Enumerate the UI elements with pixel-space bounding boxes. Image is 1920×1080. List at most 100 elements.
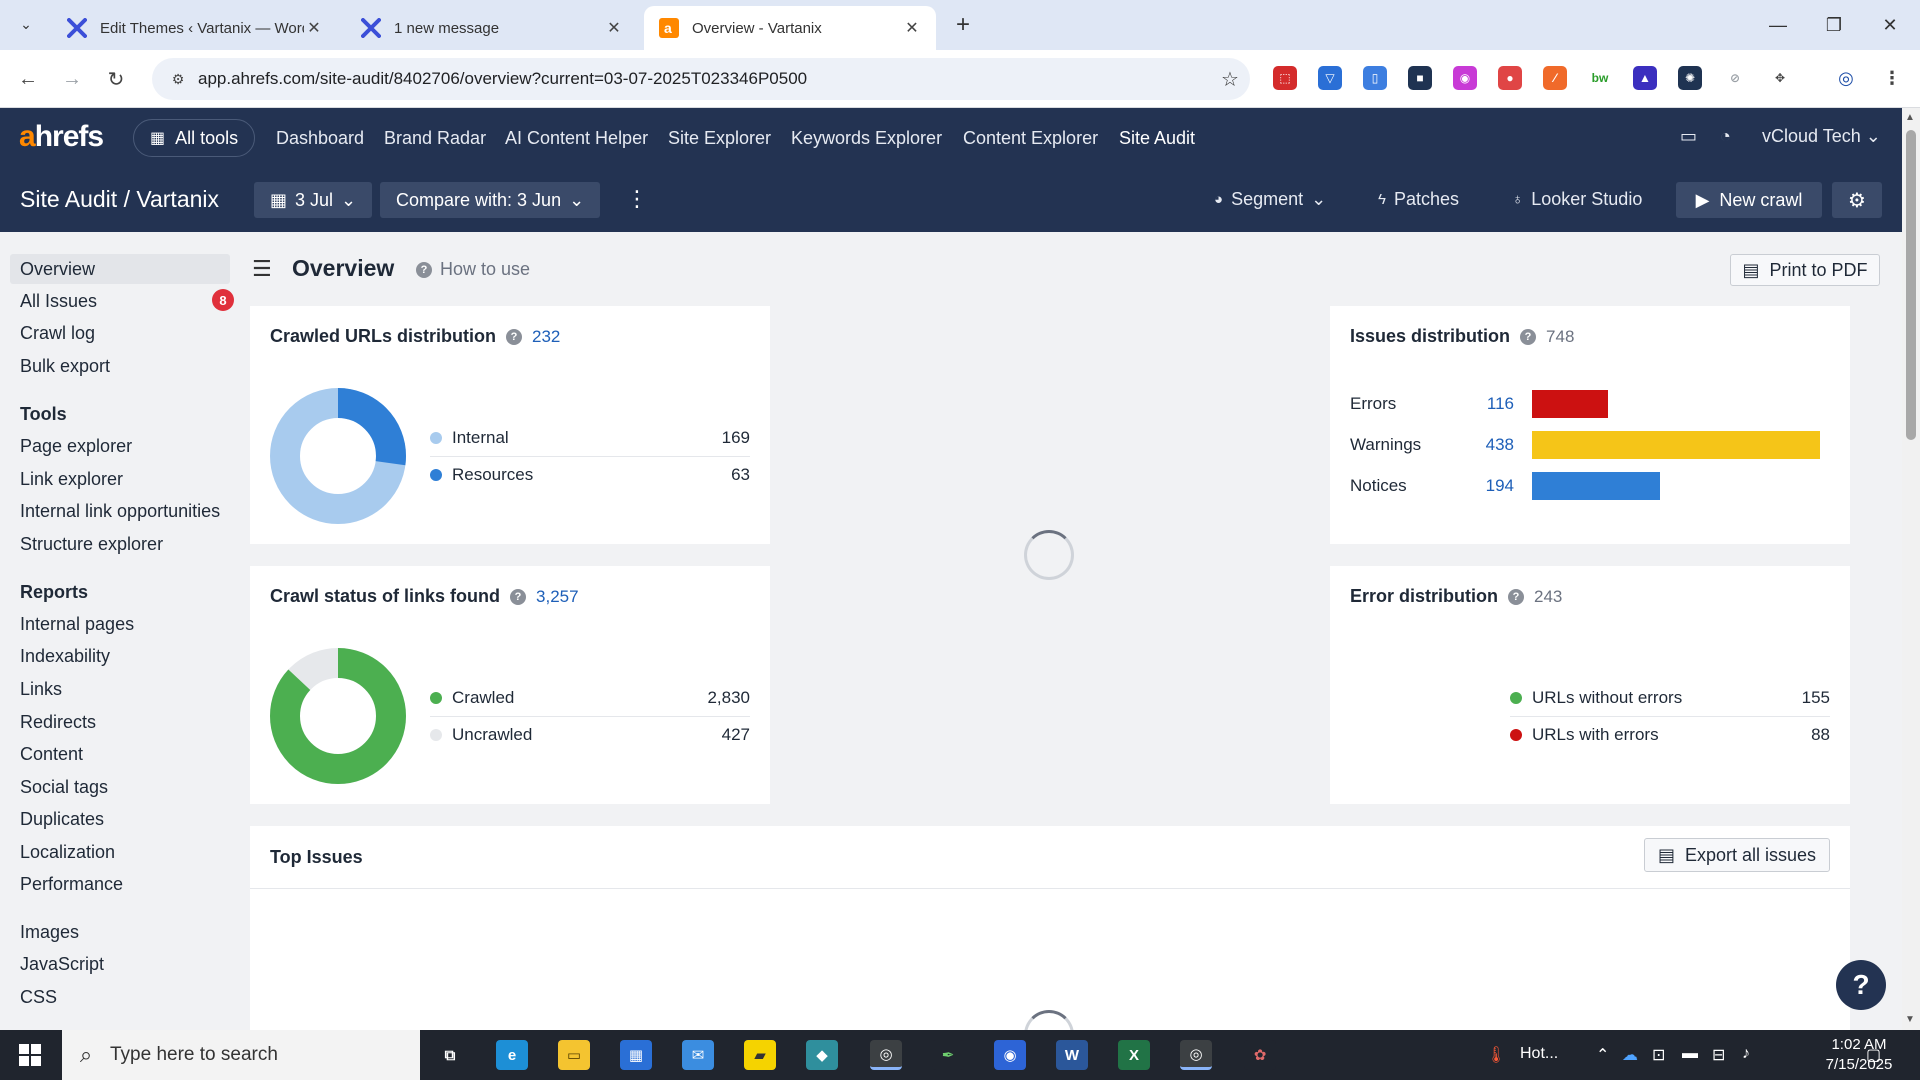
date-picker-button[interactable]: ▦ 3 Jul ⌄ [254,182,373,218]
sidebar-item-page-explorer[interactable]: Page explorer [10,431,230,461]
sidebar-item-css[interactable]: CSS [10,982,230,1012]
more-options-icon[interactable]: ⋮ [626,186,648,212]
extensions-puzzle-icon[interactable]: ✥ [1768,66,1792,90]
tablet-icon[interactable]: ▭ [1680,126,1697,147]
circle-extension-icon[interactable]: ◉ [1453,66,1477,90]
breadcrumb[interactable]: Site Audit / Vartanix [20,186,219,213]
sidebar-item-indexability[interactable]: Indexability [10,641,230,671]
sidebar-item-content[interactable]: Content [10,739,230,769]
hamburger-menu-icon[interactable]: ☰ [252,256,272,282]
close-window-icon[interactable]: ✕ [1870,10,1910,40]
weather-thermometer-icon[interactable]: 🌡 [1486,1045,1506,1065]
speed-gauge-icon[interactable]: ◔ [1720,126,1731,147]
new-tab-plus-icon[interactable]: + [948,10,978,40]
pokeball-extension-icon[interactable]: ● [1498,66,1522,90]
scroll-up-arrow-icon[interactable]: ▲ [1905,112,1915,123]
legend-row-uncrawled[interactable]: Uncrawled 427 [430,717,750,753]
nav-ai-content-helper[interactable]: AI Content Helper [505,128,648,149]
zoho-app-icon[interactable]: ◉ [994,1040,1026,1070]
omnibox[interactable]: ⚙ app.ahrefs.com/site-audit/8402706/over… [152,58,1250,100]
shield-extension-icon[interactable]: ▽ [1318,66,1342,90]
cap-extension-icon[interactable]: ▲ [1633,66,1657,90]
tray-app-icon[interactable]: ⊡ [1652,1045,1665,1065]
browser-tab-wordpress[interactable]: Edit Themes ‹ Vartanix — WordPress ✕ [52,6,338,50]
bw-extension-icon[interactable]: bw [1588,66,1612,90]
page-scrollbar[interactable]: ▲ ▼ [1902,108,1920,1030]
scrollbar-thumb[interactable] [1906,130,1916,440]
nav-brand-radar[interactable]: Brand Radar [384,128,486,149]
back-arrow-icon[interactable]: ← [12,63,44,95]
volume-icon[interactable]: ♪ [1742,1045,1750,1063]
taskbar-search-box[interactable]: ⌕ Type here to search [62,1030,420,1080]
compare-with-button[interactable]: Compare with: 3 Jun ⌄ [380,182,601,218]
legend-row-internal[interactable]: Internal 169 [430,420,750,456]
ahrefs-logo[interactable]: ahrefs [19,120,104,154]
sidebar-item-links[interactable]: Links [10,674,230,704]
windows-start-icon[interactable] [0,1030,60,1080]
browser-menu-icon[interactable]: ⋮ [1880,66,1904,90]
sidebar-item-link-explorer[interactable]: Link explorer [10,464,230,494]
sidebar-item-all-issues[interactable]: All Issues 8 [10,286,234,316]
reload-icon[interactable]: ↻ [100,63,132,95]
nav-keywords-explorer[interactable]: Keywords Explorer [791,128,942,149]
scroll-down-arrow-icon[interactable]: ▼ [1905,1014,1915,1025]
issues-row-errors[interactable]: Errors 116 [1350,389,1608,419]
chrome-profile-icon[interactable]: ◎ [1180,1040,1212,1070]
issues-row-warnings[interactable]: Warnings 438 [1350,430,1820,460]
weather-text[interactable]: Hot... [1520,1045,1558,1063]
help-icon[interactable]: ? [1520,328,1537,345]
react-extension-icon[interactable]: ✺ [1678,66,1702,90]
compass-extension-icon[interactable]: ⊘ [1723,66,1747,90]
help-icon[interactable]: ? [510,588,527,605]
help-chat-button[interactable]: ? [1836,960,1886,1010]
sidebar-item-javascript[interactable]: JavaScript [10,949,230,979]
taskbar-clock[interactable]: 1:02 AM 7/15/2025 [1824,1035,1894,1075]
sidebar-item-bulk-export[interactable]: Bulk export [10,351,230,381]
mail-icon[interactable]: ✉ [682,1040,714,1070]
sidebar-item-localization[interactable]: Localization [10,837,230,867]
sidebar-item-internal-link-opportunities[interactable]: Internal link opportunities [10,496,230,526]
nav-site-explorer[interactable]: Site Explorer [668,128,771,149]
sticky-notes-icon[interactable]: ▰ [744,1040,776,1070]
sidebar-item-internal-pages[interactable]: Internal pages [10,609,230,639]
file-explorer-icon[interactable]: ▭ [558,1040,590,1070]
tray-chevron-up-icon[interactable]: ⌃ [1596,1045,1609,1065]
how-to-use-link[interactable]: ? How to use [416,259,530,280]
close-tab-icon[interactable]: ✕ [902,18,922,38]
export-all-issues-button[interactable]: ▤ Export all issues [1644,838,1830,872]
looker-studio-button[interactable]: ♁ Looker Studio [1512,189,1642,210]
store-icon[interactable]: ▦ [620,1040,652,1070]
network-icon[interactable]: ⊟ [1712,1045,1725,1065]
document-extension-icon[interactable]: ▯ [1363,66,1387,90]
notifications-icon[interactable]: ▢ [1866,1045,1881,1065]
paint-app-icon[interactable]: ✿ [1244,1040,1276,1070]
help-icon[interactable]: ? [506,328,523,345]
sidebar-item-overview[interactable]: Overview [10,254,230,284]
bookmark-star-icon[interactable]: ☆ [1210,67,1250,92]
patches-button[interactable]: ϟ Patches [1378,189,1459,210]
forward-arrow-icon[interactable]: → [56,63,88,95]
restore-icon[interactable]: ❐ [1814,10,1854,40]
app-diamond-icon[interactable]: ◆ [806,1040,838,1070]
issues-row-notices[interactable]: Notices 194 [1350,471,1660,501]
segment-button[interactable]: ◕ Segment ⌄ [1214,189,1326,210]
sidebar-item-structure-explorer[interactable]: Structure explorer [10,529,230,559]
sidebar-item-social-tags[interactable]: Social tags [10,772,230,802]
pen-app-icon[interactable]: ✒ [932,1040,964,1070]
sidebar-item-images[interactable]: Images [10,917,230,947]
minimize-icon[interactable]: — [1758,10,1798,40]
video-extension-icon[interactable]: ■ [1408,66,1432,90]
battery-icon[interactable]: ▬ [1682,1045,1698,1063]
edge-browser-icon[interactable]: e [496,1040,528,1070]
card-total[interactable]: 232 [532,327,560,347]
close-tab-icon[interactable]: ✕ [304,18,324,38]
new-crawl-button[interactable]: ▶ New crawl [1676,182,1822,218]
pdf-extension-icon[interactable]: ⬚ [1273,66,1297,90]
browser-tab-overview[interactable]: a Overview - Vartanix ✕ [644,6,936,50]
close-tab-icon[interactable]: ✕ [604,18,624,38]
url-text[interactable]: app.ahrefs.com/site-audit/8402706/overvi… [198,69,1210,89]
sidebar-item-redirects[interactable]: Redirects [10,707,230,737]
help-icon[interactable]: ? [1508,588,1524,605]
chrome-icon[interactable]: ◎ [870,1040,902,1070]
account-menu[interactable]: vCloud Tech ⌄ [1762,126,1881,147]
